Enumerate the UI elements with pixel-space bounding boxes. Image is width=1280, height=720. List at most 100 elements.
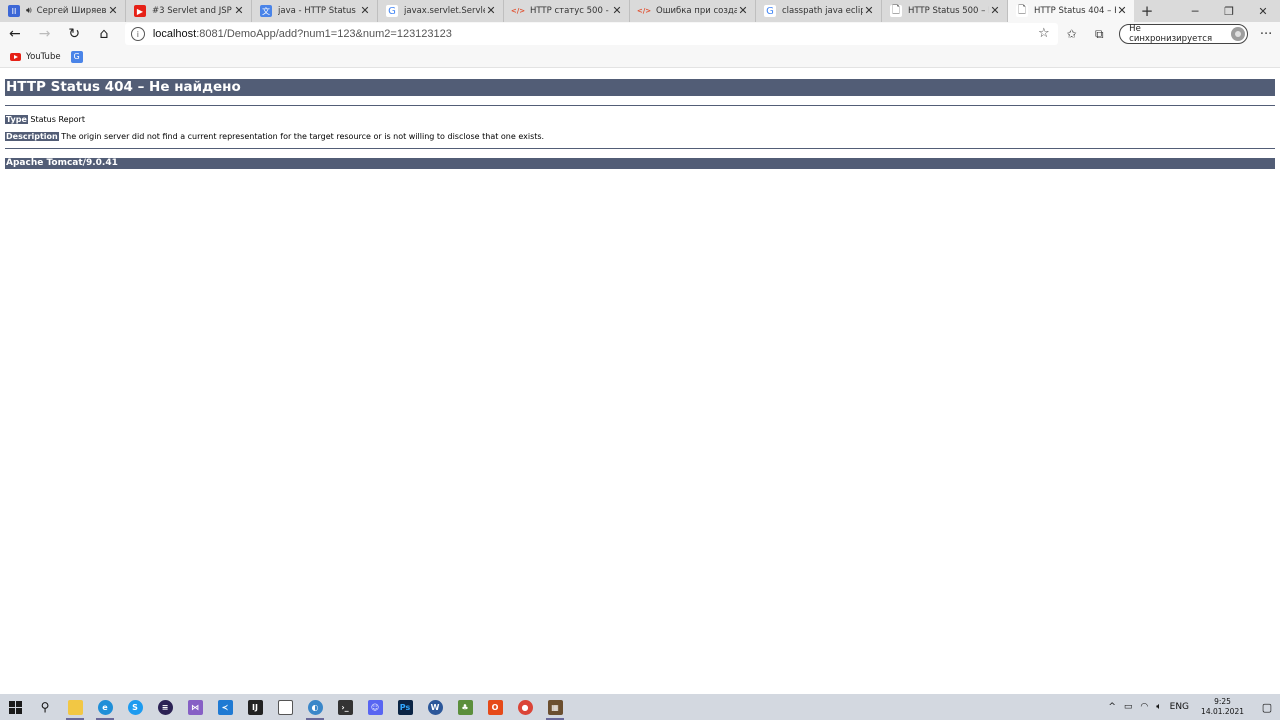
pause-icon: II (8, 5, 20, 17)
collections-icon[interactable]: ⧉ (1085, 22, 1113, 46)
more-options-icon[interactable]: ··· (1252, 22, 1280, 46)
tab-5[interactable]: </> HTTP статус 500 - оши✕ (504, 0, 630, 22)
close-icon[interactable]: ✕ (863, 5, 875, 17)
discord-icon: ☺ (367, 699, 383, 715)
battery-icon[interactable]: ▭ (1124, 702, 1133, 712)
tab-8[interactable]: 🗋︎ HTTP Status 500 – Inte✕ (882, 0, 1008, 22)
refresh-icon[interactable]: ↻ (59, 22, 89, 46)
type-line: Type Status Report (5, 114, 1275, 125)
close-icon[interactable]: ✕ (611, 5, 623, 17)
description-label: Description (5, 132, 59, 141)
new-tab-button[interactable]: + (1134, 0, 1160, 22)
vscode-icon: ≺ (217, 699, 233, 715)
home-icon[interactable]: ⌂ (89, 22, 119, 46)
taskbar-terminal[interactable]: ›_ (330, 694, 360, 720)
notifications-icon[interactable]: ▢ (1254, 701, 1280, 714)
tab-title: javax.servlet.ServletExc (404, 6, 485, 16)
taskbar-explorer[interactable] (60, 694, 90, 720)
tab-title: Сергей Ширяев (36, 6, 107, 16)
server-footer: Apache Tomcat/9.0.41 (5, 158, 1275, 169)
address-bar[interactable]: i localhost:8081/DemoApp/add?num1=123&nu… (124, 23, 1058, 45)
favorite-star-icon[interactable]: ☆ (1038, 26, 1050, 41)
tab-list: II🔊︎Сергей Ширяев✕▶#3 Servlet and JSP Tu… (0, 0, 1134, 22)
tab-4[interactable]: Gjavax.servlet.ServletExc✕ (378, 0, 504, 22)
taskbar-discord[interactable]: ☺ (360, 694, 390, 720)
close-icon[interactable]: ✕ (359, 5, 371, 17)
type-value: Status Report (27, 115, 85, 124)
address-url[interactable]: localhost:8081/DemoApp/add?num1=123&num2… (153, 28, 452, 40)
taskbar-chrome[interactable]: ● (510, 694, 540, 720)
tab-title: #3 Servlet and JSP Tut (152, 6, 233, 16)
close-window-icon[interactable]: ✕ (1246, 0, 1280, 22)
start-button[interactable] (0, 694, 30, 720)
translate-icon: G (70, 50, 83, 63)
close-icon[interactable]: ✕ (233, 5, 245, 17)
bookmark-label: YouTube (26, 51, 61, 62)
youtube-icon: ▶ (134, 5, 146, 17)
app-icon: ◐ (307, 699, 323, 715)
bookmarks-bar: YouTube G (0, 46, 1280, 68)
description-value: The origin server did not find a current… (58, 132, 545, 141)
close-icon[interactable]: ✕ (107, 5, 119, 17)
tab-9[interactable]: 🗋︎ HTTP Status 404 – Не н✕ (1008, 0, 1134, 22)
taskbar-office[interactable]: O (480, 694, 510, 720)
edge-icon: e (97, 699, 113, 715)
divider (5, 105, 1275, 106)
bookmark-translate[interactable]: G (70, 50, 83, 63)
tab-title: java - HTTP Status 500 (278, 6, 359, 16)
clock[interactable]: 9:25 14.01.2021 (1201, 697, 1244, 717)
code-icon: </> (636, 7, 652, 15)
taskbar-app[interactable]: ◐ (300, 694, 330, 720)
restore-icon[interactable]: ❐ (1212, 0, 1246, 22)
tab-strip: II🔊︎Сергей Ширяев✕▶#3 Servlet and JSP Tu… (0, 0, 1280, 22)
taskbar-photoshop[interactable]: Ps (390, 694, 420, 720)
taskbar-skype[interactable]: S (120, 694, 150, 720)
audio-playing-icon[interactable]: 🔊︎ (26, 6, 32, 16)
taskbar-minecraft[interactable]: ▦ (540, 694, 570, 720)
tab-title: Ошибка при создании (656, 6, 737, 16)
tab-title: HTTP Status 404 – Не н (1034, 6, 1116, 16)
folder-icon (67, 699, 83, 715)
windows-icon (8, 700, 22, 714)
tab-1[interactable]: II 🔊︎ Сергей Ширяев ✕ (0, 0, 126, 22)
url-host: localhost (152, 28, 197, 40)
favorites-icon[interactable]: ✩ (1058, 22, 1086, 46)
taskbar-edge[interactable]: e (90, 694, 120, 720)
code-icon: </> (510, 7, 526, 15)
office-icon: O (487, 699, 503, 715)
wifi-icon[interactable]: ◠ (1140, 702, 1148, 712)
chevron-up-icon[interactable]: ^ (1108, 702, 1116, 712)
close-icon[interactable]: ✕ (485, 5, 497, 17)
forward-icon[interactable]: → (30, 22, 60, 46)
minimize-icon[interactable]: ─ (1178, 0, 1212, 22)
tab-2[interactable]: ▶ #3 Servlet and JSP Tut✕ (126, 0, 252, 22)
profile-button[interactable]: Не синхронизируется (1119, 24, 1249, 44)
volume-icon[interactable]: 🔈︎ (1156, 702, 1161, 712)
taskbar-intellij[interactable]: IJ (240, 694, 270, 720)
taskbar-notepad[interactable] (270, 694, 300, 720)
skype-icon: S (127, 699, 143, 715)
search-button[interactable]: ⚲ (30, 694, 60, 720)
minecraft-icon: ▦ (547, 699, 563, 715)
taskbar-game[interactable]: ♣ (450, 694, 480, 720)
back-icon[interactable]: ← (0, 22, 30, 46)
document-icon (277, 699, 293, 715)
close-icon[interactable]: ✕ (737, 5, 749, 17)
profile-label: Не синхронизируется (1129, 24, 1213, 44)
taskbar-eclipse[interactable]: ≡ (150, 694, 180, 720)
browser-toolbar: ← → ↻ ⌂ i localhost:8081/DemoApp/add?num… (0, 22, 1280, 46)
tab-3[interactable]: 文 java - HTTP Status 500✕ (252, 0, 378, 22)
taskbar-visual-studio[interactable]: ⋈ (180, 694, 210, 720)
taskbar-word[interactable]: W (420, 694, 450, 720)
close-icon[interactable]: ✕ (1116, 5, 1128, 17)
site-info-icon[interactable]: i (130, 27, 145, 41)
description-line: Description The origin server did not fi… (5, 131, 1275, 142)
language-indicator[interactable]: ENG (1170, 702, 1189, 712)
avatar (1231, 27, 1246, 41)
close-icon[interactable]: ✕ (989, 5, 1001, 17)
tab-7[interactable]: Gclasspath java eclipse✕ (756, 0, 882, 22)
taskbar-vscode[interactable]: ≺ (210, 694, 240, 720)
bookmark-youtube[interactable]: YouTube (10, 52, 61, 62)
tab-6[interactable]: </> Ошибка при создании✕ (630, 0, 756, 22)
url-path: :8081/DemoApp/add?num1=123&num2=12312312… (196, 28, 452, 40)
